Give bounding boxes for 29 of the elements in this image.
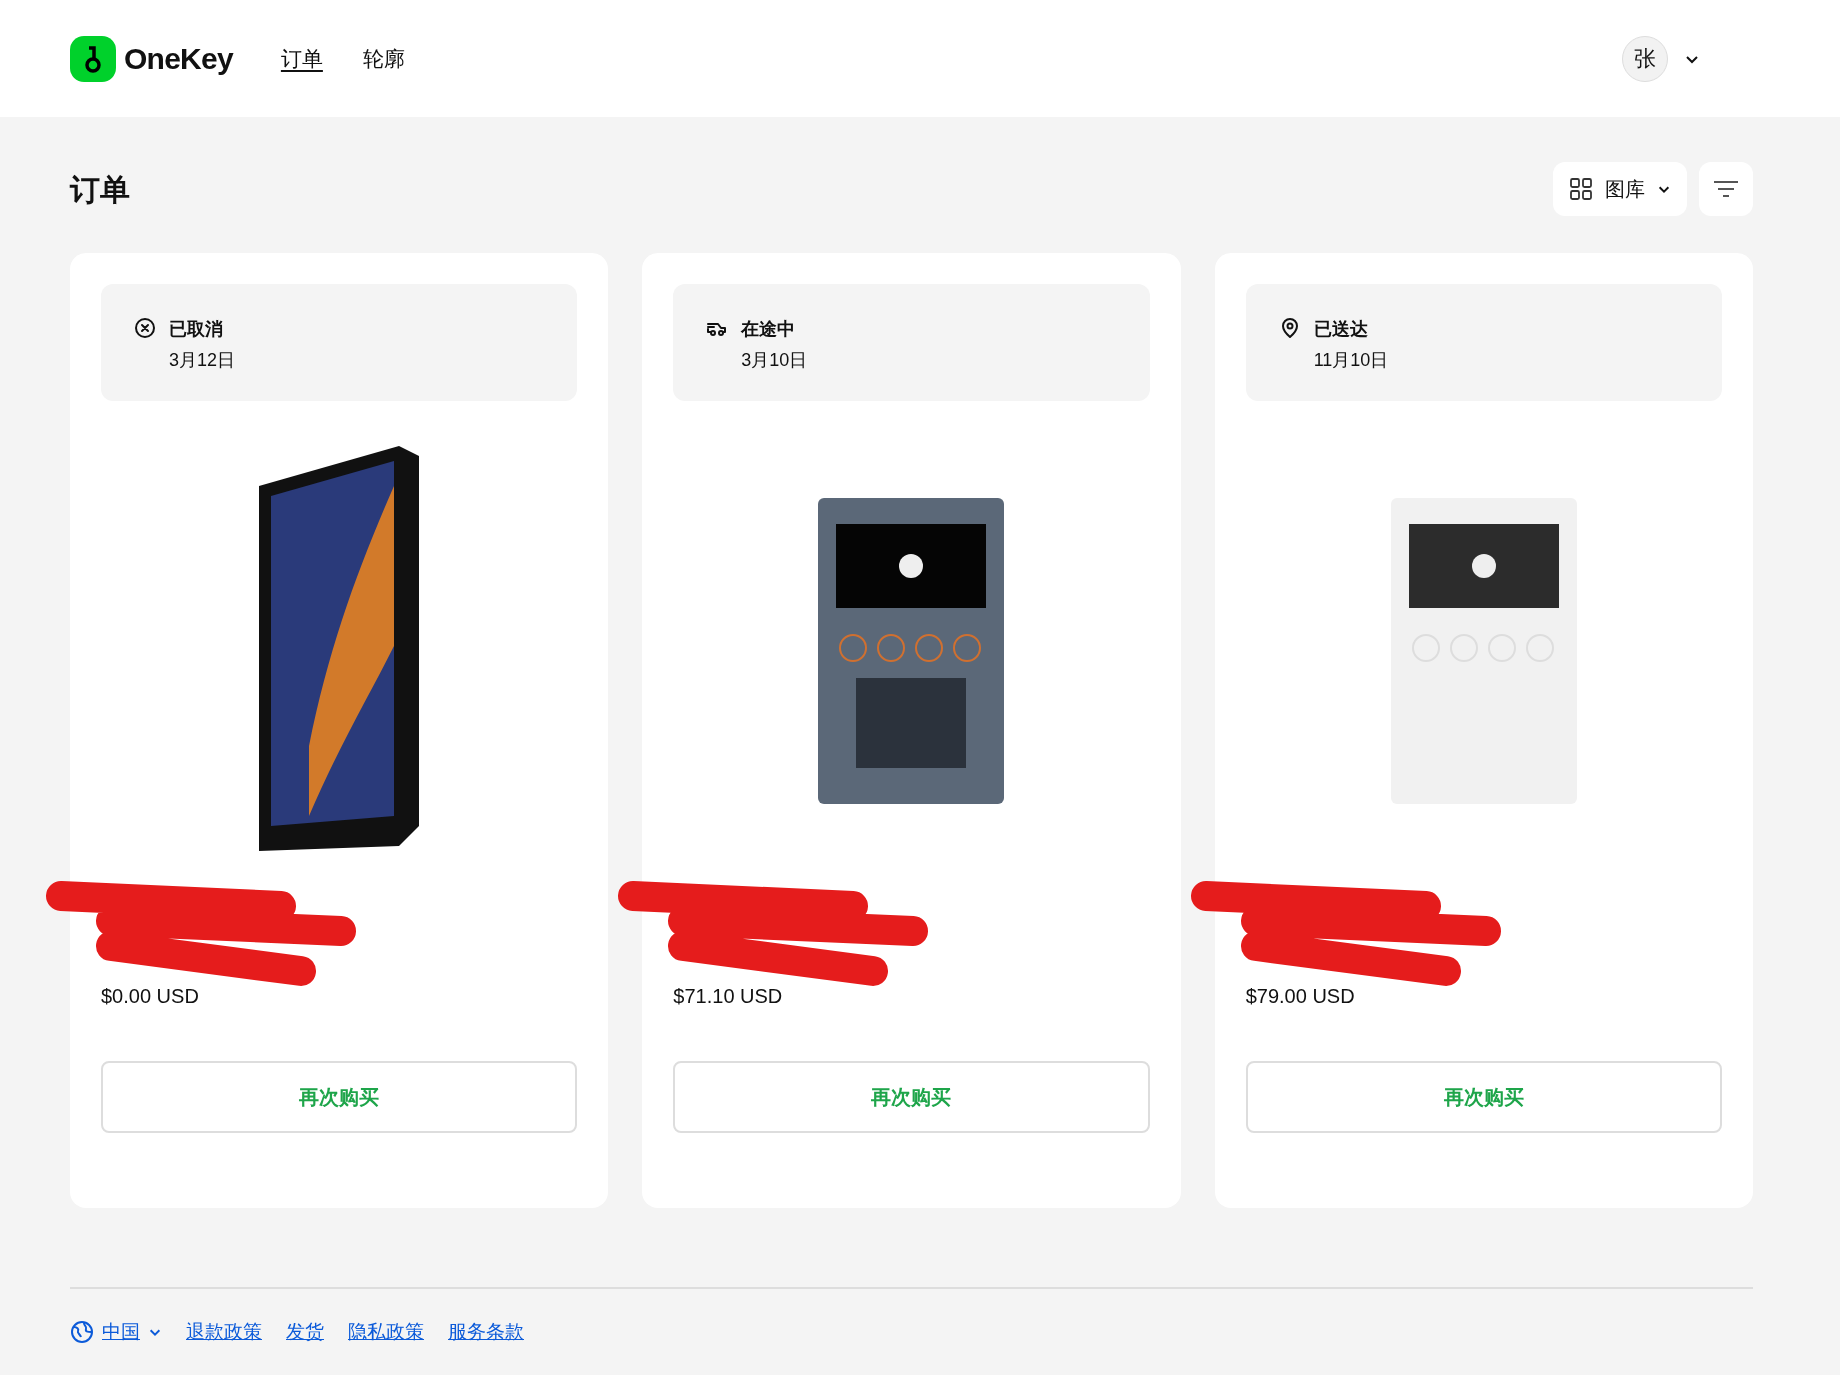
footer-link[interactable]: 隐私政策 [348, 1317, 424, 1347]
status-label: 已取消 [169, 318, 224, 341]
status-label: 在途中 [741, 318, 797, 341]
order-date: 11月10日 [1313, 349, 1389, 372]
order-price: $71.10 USD [673, 984, 783, 1009]
grid-icon [1569, 177, 1593, 201]
status-label: 已送达 [1313, 318, 1369, 341]
nav-link[interactable]: 订单 [280, 42, 323, 75]
order-date: 3月12日 [169, 349, 236, 372]
footer-link[interactable]: 服务条款 [448, 1317, 524, 1347]
buy-again-button[interactable]: 再次购买 [101, 1061, 578, 1133]
footer-link[interactable]: 发货 [286, 1317, 324, 1347]
footer-link[interactable]: 退款政策 [186, 1317, 262, 1347]
buy-again-button[interactable]: 再次购买 [1245, 1061, 1722, 1133]
cancel-circle-icon [133, 316, 157, 340]
region-selector[interactable]: 中国 [70, 1317, 162, 1347]
logo-icon [70, 35, 116, 82]
buy-again-button[interactable]: 再次购买 [673, 1061, 1150, 1133]
avatar[interactable]: 张 [1622, 35, 1668, 82]
filter-icon [1713, 179, 1739, 199]
nav-link[interactable]: 轮廓 [362, 42, 405, 75]
globe-icon [70, 1320, 94, 1344]
filter-button[interactable] [1699, 162, 1753, 216]
page-title: 订单 [70, 171, 130, 208]
order-date: 3月10日 [741, 349, 808, 372]
view-dropdown[interactable]: 图库 [1553, 162, 1687, 216]
brand-name: OneKey [124, 41, 233, 77]
order-price: $0.00 USD [101, 984, 199, 1009]
order-price: $79.00 USD [1245, 984, 1355, 1009]
